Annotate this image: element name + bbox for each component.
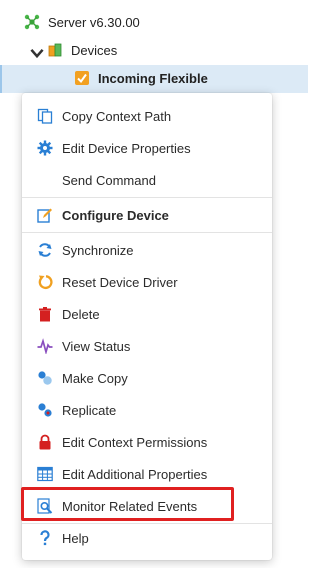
make-copy-icon [36,369,54,387]
replicate-icon [36,401,54,419]
search-document-icon [36,497,54,515]
menu-item-configure-device[interactable]: Configure Device [22,200,272,230]
menu-label: Replicate [62,402,117,418]
help-icon [36,529,54,547]
menu-label: Synchronize [62,242,134,258]
menu-item-help[interactable]: Help [22,523,272,553]
menu-label: Copy Context Path [62,108,172,124]
menu-separator [22,232,272,233]
tree-label-devices: Devices [71,42,118,58]
devices-icon [47,42,63,58]
table-icon [36,465,54,483]
chevron-down-icon[interactable] [29,45,44,59]
server-icon [24,14,40,30]
sync-icon [36,241,54,259]
gear-icon [36,139,54,157]
menu-item-edit-context-permissions[interactable]: Edit Context Permissions [22,427,272,457]
menu-item-send-command[interactable]: Send Command [22,165,272,195]
menu-label: Reset Device Driver [62,274,178,290]
lock-icon [36,433,54,451]
tree-item-devices[interactable]: Devices [29,37,117,63]
menu-item-delete[interactable]: Delete [22,299,272,329]
menu-separator [22,197,272,198]
menu-label: Monitor Related Events [62,498,198,514]
menu-label: Edit Additional Properties [62,466,208,482]
tree-label-incoming-flexible: Incoming Flexible [98,70,208,86]
context-menu: Copy Context Path Edit Device Properties… [22,93,272,560]
menu-label: Make Copy [62,370,128,386]
device-icon [74,70,90,86]
menu-item-synchronize[interactable]: Synchronize [22,235,272,265]
menu-label: Help [62,530,89,546]
menu-item-edit-device-properties[interactable]: Edit Device Properties [22,133,272,163]
trash-icon [36,305,54,323]
menu-label: Edit Device Properties [62,140,191,156]
menu-label: Send Command [62,172,156,188]
menu-item-copy-context-path[interactable]: Copy Context Path [22,101,272,131]
menu-label: Configure Device [62,207,169,223]
blank-icon [36,171,54,189]
reset-icon [36,273,54,291]
tree-item-server[interactable]: Server v6.30.00 [24,9,140,35]
menu-item-edit-additional-properties[interactable]: Edit Additional Properties [22,459,272,489]
menu-label: View Status [62,338,131,354]
menu-item-reset-device-driver[interactable]: Reset Device Driver [22,267,272,297]
edit-pencil-icon [36,206,54,224]
menu-label: Delete [62,306,100,322]
copy-document-icon [36,107,54,125]
menu-item-make-copy[interactable]: Make Copy [22,363,272,393]
menu-item-view-status[interactable]: View Status [22,331,272,361]
menu-item-monitor-related-events[interactable]: Monitor Related Events [22,491,272,521]
menu-label: Edit Context Permissions [62,434,208,450]
tree-item-incoming-flexible[interactable]: Incoming Flexible [0,65,308,93]
tree-label-server: Server v6.30.00 [48,14,140,30]
pulse-icon [36,337,54,355]
menu-item-replicate[interactable]: Replicate [22,395,272,425]
